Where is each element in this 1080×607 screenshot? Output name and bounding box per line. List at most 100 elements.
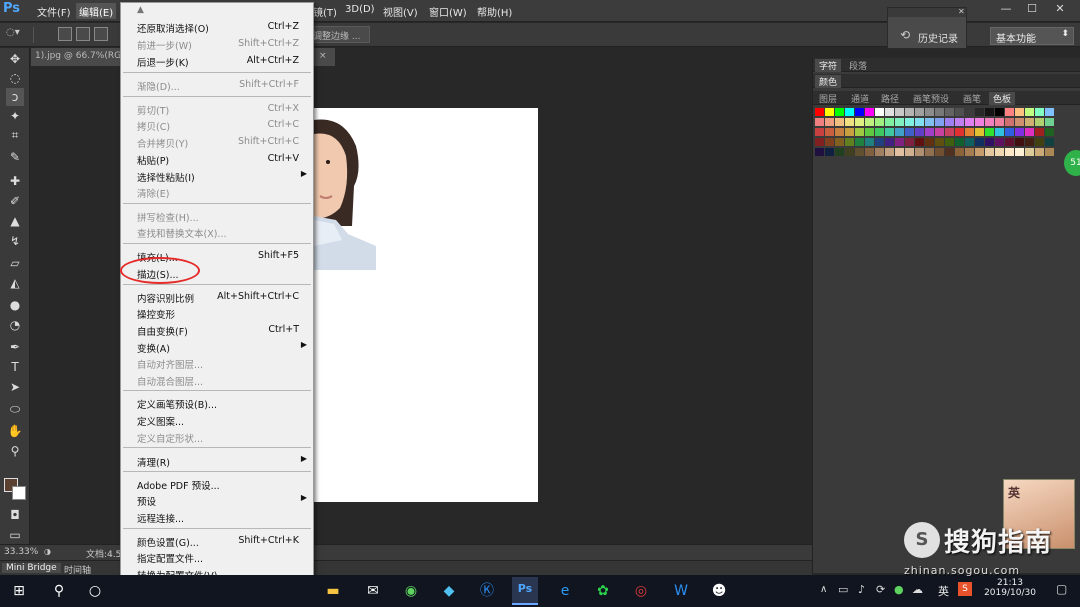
swatch[interactable] [855, 128, 864, 136]
menu-item-copy-merged[interactable]: 合并拷贝(Y) Shift+Ctrl+C [121, 134, 313, 150]
swatch[interactable] [875, 108, 884, 116]
swatch[interactable] [895, 128, 904, 136]
document-canvas[interactable] [314, 108, 538, 502]
swatch[interactable] [875, 148, 884, 156]
move-tool-icon[interactable]: ✥ [6, 50, 24, 68]
swatch[interactable] [835, 108, 844, 116]
magic-wand-icon[interactable]: ✦ [6, 107, 24, 125]
swatch[interactable] [945, 118, 954, 126]
swatch[interactable] [1015, 148, 1024, 156]
swatch[interactable] [835, 148, 844, 156]
swatch[interactable] [1025, 138, 1034, 146]
swatch[interactable] [865, 138, 874, 146]
security-icon[interactable]: ● [894, 583, 904, 596]
swatch[interactable] [875, 138, 884, 146]
close-icon[interactable]: ✕ [958, 7, 965, 16]
notification-icon[interactable]: ▢ [1056, 582, 1067, 596]
subtract-selection-icon[interactable] [94, 27, 108, 41]
swatch[interactable] [1025, 148, 1034, 156]
swatch[interactable] [885, 118, 894, 126]
swatch[interactable] [1015, 108, 1024, 116]
swatch[interactable] [945, 128, 954, 136]
swatch[interactable] [955, 148, 964, 156]
swatch[interactable] [935, 148, 944, 156]
swatch[interactable] [835, 118, 844, 126]
swatch[interactable] [1035, 128, 1044, 136]
file-explorer-icon[interactable]: ▬ [320, 579, 346, 603]
pen-tool-icon[interactable]: ✒ [6, 338, 24, 356]
tab-brush[interactable]: 画笔 [959, 92, 985, 105]
tab-mini-bridge[interactable]: Mini Bridge [2, 563, 61, 573]
type-tool-icon[interactable]: T [6, 358, 24, 376]
swatch[interactable] [885, 148, 894, 156]
swatch[interactable] [955, 138, 964, 146]
swatch[interactable] [965, 148, 974, 156]
menu-edit[interactable]: 编辑(E) [76, 3, 117, 19]
swatch[interactable] [1045, 128, 1054, 136]
swatch[interactable] [1035, 148, 1044, 156]
photoshop-taskbar-icon[interactable]: Ps [512, 577, 538, 605]
menu-item-cut[interactable]: 剪切(T) Ctrl+X [121, 101, 313, 117]
swatch[interactable] [925, 118, 934, 126]
swatch[interactable] [915, 108, 924, 116]
swatch[interactable] [965, 108, 974, 116]
swatch[interactable] [845, 148, 854, 156]
menu-item-remote-connections[interactable]: 远程连接... [121, 509, 313, 525]
menu-item-free-transform[interactable]: 自由变换(F) Ctrl+T [121, 322, 313, 338]
swatch[interactable] [905, 108, 914, 116]
history-brush-icon[interactable]: ↯ [6, 232, 24, 250]
swatch[interactable] [1025, 118, 1034, 126]
scroll-up-icon[interactable]: ▲ [137, 5, 144, 15]
minimize-button[interactable]: — [994, 2, 1018, 18]
menu-item-step-backward[interactable]: 后退一步(K) Alt+Ctrl+Z [121, 53, 313, 69]
swatch[interactable] [875, 128, 884, 136]
menu-filter[interactable]: 镜(T) [310, 3, 340, 19]
swatch[interactable] [975, 118, 984, 126]
menu-item-puppet-warp[interactable]: 操控变形 [121, 305, 313, 321]
swatch[interactable] [935, 138, 944, 146]
sogou-ime-icon[interactable]: S [958, 582, 972, 596]
menu-item-purge[interactable]: 清理(R) ▶ [121, 453, 313, 469]
menu-item-step-forward[interactable]: 前进一步(W) Shift+Ctrl+Z [121, 36, 313, 52]
menu-help[interactable]: 帮助(H) [474, 3, 515, 19]
swatch[interactable] [1005, 128, 1014, 136]
swatch[interactable] [915, 118, 924, 126]
healing-brush-icon[interactable]: ✚ [6, 172, 24, 190]
tab-paths[interactable]: 路径 [877, 92, 903, 105]
swatch[interactable] [825, 148, 834, 156]
menu-item-fade[interactable]: 渐隐(D)... Shift+Ctrl+F [121, 77, 313, 93]
close-button[interactable]: ✕ [1048, 2, 1072, 18]
swatch[interactable] [945, 148, 954, 156]
paint-bucket-icon[interactable]: ◭ [6, 274, 24, 292]
swatch[interactable] [965, 118, 974, 126]
menu-item-presets[interactable]: 预设 ▶ [121, 492, 313, 508]
swatch[interactable] [1045, 118, 1054, 126]
tab-channels[interactable]: 通道 [847, 92, 873, 105]
crop-tool-icon[interactable]: ⌗ [6, 126, 24, 144]
swatches-grid[interactable] [815, 108, 1055, 208]
search-icon[interactable]: ⚲ [46, 579, 72, 603]
wechat-icon[interactable]: ✿ [590, 579, 616, 603]
swatch[interactable] [995, 108, 1004, 116]
lasso-tool-icon[interactable]: ↄ [6, 88, 24, 106]
swatch[interactable] [1005, 108, 1014, 116]
swatch[interactable] [815, 108, 824, 116]
brush-tool-icon[interactable]: ✐ [6, 192, 24, 210]
add-selection-icon[interactable] [76, 27, 90, 41]
language-indicator[interactable]: 英 [938, 583, 949, 599]
tray-chevron-icon[interactable]: ∧ [820, 584, 827, 595]
zoom-tool-icon[interactable]: ⚲ [6, 442, 24, 460]
wps-icon[interactable]: W [668, 579, 694, 603]
swatch[interactable] [1015, 118, 1024, 126]
swatch[interactable] [995, 118, 1004, 126]
swatch[interactable] [935, 108, 944, 116]
swatch[interactable] [855, 118, 864, 126]
history-panel-collapsed[interactable]: ✕ ⟲ 历史记录 [887, 7, 967, 49]
swatch[interactable] [985, 118, 994, 126]
menu-item-pdf-presets[interactable]: Adobe PDF 预设... [121, 476, 313, 492]
hand-tool-icon[interactable]: ✋ [6, 422, 24, 440]
swatch[interactable] [1005, 118, 1014, 126]
swatch[interactable] [845, 128, 854, 136]
swatch[interactable] [1035, 108, 1044, 116]
swatch[interactable] [985, 128, 994, 136]
